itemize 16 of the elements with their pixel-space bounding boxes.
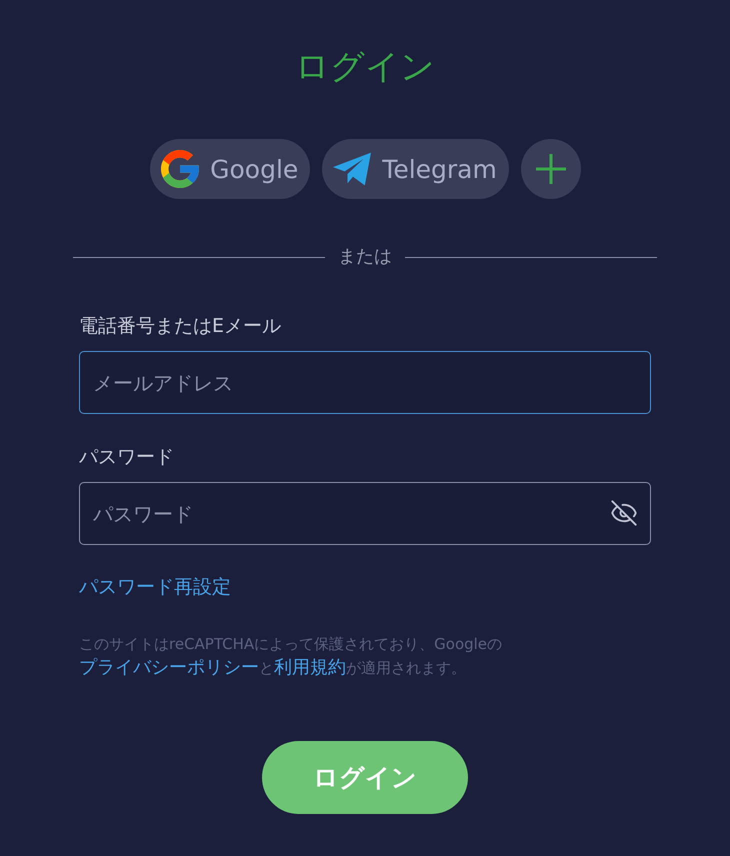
- policy-link[interactable]: プライバシーポリシー: [79, 657, 259, 678]
- policy-link[interactable]: 利用規約: [274, 657, 346, 678]
- eye-slash-icon[interactable]: [610, 499, 638, 527]
- telegram-button[interactable]: Telegram: [322, 139, 509, 199]
- password-field[interactable]: パスワード: [79, 482, 651, 545]
- page-title: ログイン: [295, 46, 435, 89]
- reset-password-link[interactable]: パスワード再設定: [79, 575, 231, 599]
- recaptcha-notice: このサイトはreCAPTCHAによって保護されており、Googleの プライバシーポリシー と利用規約が適用されます。: [79, 634, 504, 680]
- field-label: パスワード: [79, 445, 174, 469]
- email-field[interactable]: メールアドレス: [79, 351, 651, 414]
- field-label: 電話番号またはEメール: [79, 314, 282, 338]
- google-button[interactable]: Google: [150, 139, 310, 199]
- divider-label: または: [338, 245, 392, 269]
- paper-plane-icon: [333, 152, 372, 186]
- plus-icon: [536, 154, 566, 184]
- google-g-icon: [161, 150, 200, 188]
